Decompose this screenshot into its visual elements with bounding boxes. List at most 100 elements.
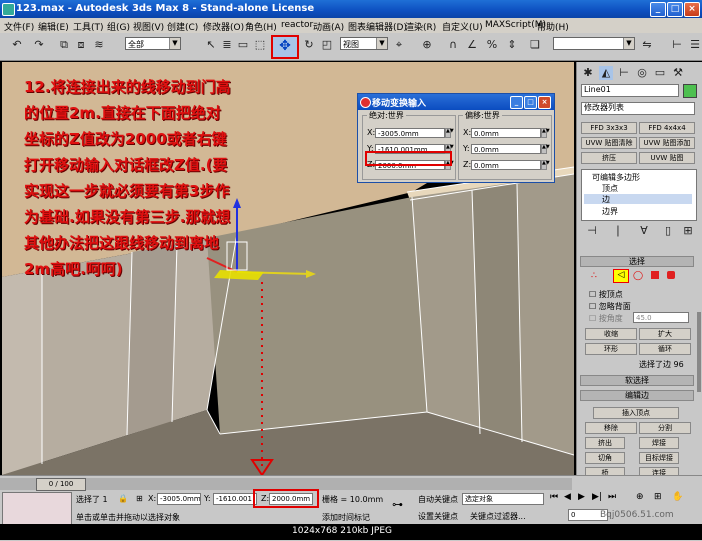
- hierarchy-tab-icon[interactable]: ⊢: [617, 66, 631, 80]
- minimize-button[interactable]: _: [650, 2, 666, 17]
- menu-tools[interactable]: 工具(T): [73, 20, 104, 33]
- loop-button[interactable]: 循环: [639, 343, 691, 355]
- chamfer-button[interactable]: 切角: [585, 452, 625, 464]
- status-y-field[interactable]: -1610.001: [213, 493, 257, 505]
- display-tab-icon[interactable]: ▭: [653, 66, 667, 80]
- dialog-minimize-button[interactable]: _: [510, 96, 523, 109]
- border-mode-icon[interactable]: ◯: [633, 271, 643, 281]
- off-y-field[interactable]: 0.0mm: [471, 144, 541, 154]
- pin-stack-icon[interactable]: ⊣: [585, 224, 599, 238]
- undo-icon[interactable]: ↶: [10, 38, 24, 52]
- by-vertex-option[interactable]: ☐ 按顶点: [589, 289, 623, 300]
- stack-edge-selected[interactable]: 边: [584, 194, 692, 204]
- utilities-tab-icon[interactable]: ⚒: [671, 66, 685, 80]
- polygon-mode-icon[interactable]: [651, 271, 659, 279]
- create-tab-icon[interactable]: ✱: [581, 66, 595, 80]
- ffd-444-button[interactable]: FFD 4x4x4: [639, 122, 695, 134]
- maxscript-listener[interactable]: [2, 492, 72, 526]
- rect-selection-icon[interactable]: ▭: [236, 38, 250, 52]
- menu-modifiers[interactable]: 修改器(O): [203, 20, 244, 33]
- uvw-add-button[interactable]: UVW 贴图添加: [639, 137, 695, 149]
- spinner-icon[interactable]: ▲▼: [541, 160, 550, 170]
- time-slider-thumb[interactable]: 0 / 100: [36, 478, 86, 491]
- prev-frame-icon[interactable]: ◀: [564, 492, 571, 502]
- insert-vertex-button[interactable]: 插入顶点: [593, 407, 679, 419]
- ring-button[interactable]: 环形: [585, 343, 637, 355]
- menu-customize[interactable]: 自定义(U): [442, 20, 483, 33]
- rotate-icon[interactable]: ↻: [302, 38, 316, 52]
- key-icon[interactable]: ⊶: [392, 498, 403, 511]
- play-icon[interactable]: ▶: [578, 492, 585, 502]
- zoom-all-icon[interactable]: ⊞: [654, 492, 662, 502]
- select-by-name-icon[interactable]: ≣: [220, 38, 234, 52]
- window-crossing-icon[interactable]: ⬚: [253, 38, 267, 52]
- edge-mode-icon[interactable]: ◁: [613, 269, 629, 283]
- maximize-button[interactable]: □: [667, 2, 683, 17]
- dialog-close-button[interactable]: ×: [538, 96, 551, 109]
- ref-coord-dropdown[interactable]: 视图 ▼: [340, 37, 388, 50]
- named-selection-dropdown[interactable]: ▼: [553, 37, 635, 50]
- object-color-swatch[interactable]: [683, 84, 697, 98]
- uvw-map-button[interactable]: UVW 贴图: [639, 152, 695, 164]
- configure-sets-icon[interactable]: ⊞: [681, 224, 695, 238]
- modify-tab-icon[interactable]: ◭: [599, 66, 613, 80]
- edit-edges-rollout[interactable]: 编辑边: [580, 390, 694, 401]
- zoom-icon[interactable]: ⊕: [636, 492, 644, 502]
- next-frame-icon[interactable]: ▶|: [592, 492, 602, 502]
- modifier-list-dropdown[interactable]: 修改器列表: [581, 102, 695, 115]
- angle-snap-icon[interactable]: ∠: [465, 38, 479, 52]
- spinner-icon[interactable]: ▲▼: [541, 128, 550, 138]
- menu-views[interactable]: 视图(V): [133, 20, 164, 33]
- angle-field[interactable]: 45.0: [633, 312, 689, 323]
- select-manipulate-icon[interactable]: ⊕: [420, 38, 434, 52]
- menu-character[interactable]: 角色(H): [245, 20, 277, 33]
- soft-selection-rollout[interactable]: 软选择: [580, 375, 694, 386]
- target-weld-button[interactable]: 目标焊接: [639, 452, 679, 464]
- abs-x-field[interactable]: -3005.0mm: [375, 128, 445, 138]
- panel-scrollbar[interactable]: [697, 312, 701, 392]
- selection-filter-dropdown[interactable]: 全部 ▼: [125, 37, 181, 50]
- spinner-snap-icon[interactable]: ⇕: [505, 38, 519, 52]
- select-link-icon[interactable]: ⧉: [57, 38, 71, 52]
- ignore-backfacing-option[interactable]: ☐ 忽略背面: [589, 301, 631, 312]
- close-button[interactable]: ×: [684, 2, 700, 17]
- named-sel-sets-icon[interactable]: ❏: [528, 38, 542, 52]
- uvw-clear-button[interactable]: UVW 贴图清除: [581, 137, 637, 149]
- spinner-icon[interactable]: ▲▼: [445, 128, 454, 138]
- squeeze-button[interactable]: 挤压: [581, 152, 637, 164]
- grow-button[interactable]: 扩大: [639, 328, 691, 340]
- vertex-mode-icon[interactable]: ∴: [591, 271, 597, 281]
- stack-vertex[interactable]: 顶点: [602, 183, 618, 194]
- motion-tab-icon[interactable]: ◎: [635, 66, 649, 80]
- menu-animation[interactable]: 动画(A): [313, 20, 344, 33]
- remove-button[interactable]: 移除: [585, 422, 637, 434]
- menu-group[interactable]: 组(G): [107, 20, 130, 33]
- menu-help[interactable]: 帮助(H): [537, 20, 569, 33]
- dialog-title-bar[interactable]: 移动变换输入 _ □ ×: [358, 94, 554, 110]
- make-unique-icon[interactable]: ∀: [637, 224, 651, 238]
- snaps-toggle-icon[interactable]: ∩: [446, 38, 460, 52]
- dialog-maximize-button[interactable]: □: [524, 96, 537, 109]
- menu-create[interactable]: 创建(C): [167, 20, 198, 33]
- status-x-field[interactable]: -3005.0mm: [157, 493, 201, 505]
- pivot-center-icon[interactable]: ⌖: [392, 38, 406, 52]
- bind-space-warp-icon[interactable]: ≋: [92, 38, 106, 52]
- auto-key-button[interactable]: 自动关键点: [418, 494, 458, 505]
- selection-rollout[interactable]: 选择: [580, 256, 694, 267]
- shrink-button[interactable]: 收缩: [585, 328, 637, 340]
- menu-reactor[interactable]: reactor: [281, 20, 313, 30]
- stack-editable-poly[interactable]: 可编辑多边形: [592, 172, 640, 183]
- set-key-button[interactable]: 设置关键点: [418, 511, 458, 522]
- select-object-icon[interactable]: ↖: [204, 38, 218, 52]
- pan-icon[interactable]: ✋: [672, 492, 683, 502]
- off-z-field[interactable]: 0.0mm: [471, 160, 541, 170]
- goto-start-icon[interactable]: ⏮: [550, 492, 558, 502]
- key-filters-button[interactable]: 关键点过滤器...: [470, 511, 526, 522]
- by-angle-option[interactable]: ☐ 按角度: [589, 313, 623, 324]
- selected-objects-dropdown[interactable]: 选定对象: [462, 493, 544, 505]
- ffd-333-button[interactable]: FFD 3x3x3: [581, 122, 637, 134]
- spinner-icon[interactable]: ▲▼: [541, 144, 550, 154]
- menu-edit[interactable]: 编辑(E): [38, 20, 69, 33]
- off-x-field[interactable]: 0.0mm: [471, 128, 541, 138]
- show-end-result-icon[interactable]: ❘: [611, 224, 625, 238]
